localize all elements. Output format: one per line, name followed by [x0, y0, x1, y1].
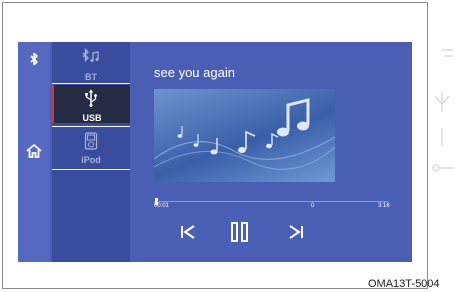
pause-button[interactable]	[228, 221, 252, 243]
ipod-icon	[84, 132, 98, 150]
source-ipod[interactable]: iPod	[52, 128, 130, 166]
bluetooth-music-icon	[82, 48, 99, 63]
progress-marker: 0	[311, 203, 315, 209]
total-time: 3:16	[378, 203, 390, 209]
source-usb[interactable]: USB	[52, 85, 130, 123]
pause-icon	[231, 222, 248, 242]
previous-track-icon	[181, 225, 195, 239]
source-list: BT USB iPod	[52, 42, 130, 262]
source-bt[interactable]: BT	[52, 44, 130, 82]
previous-button[interactable]	[176, 221, 200, 243]
source-usb-label: USB	[82, 113, 102, 123]
progress-track[interactable]	[154, 201, 388, 202]
song-title: see you again	[154, 65, 235, 80]
callout-marks	[432, 0, 455, 200]
infotainment-screen: BT USB iPod see you again 00:01 0 3:16	[18, 42, 412, 262]
bluetooth-icon[interactable]	[18, 52, 50, 71]
divider	[52, 169, 130, 170]
current-time: 00:01	[154, 203, 170, 209]
source-bt-label: BT	[85, 72, 97, 82]
divider	[52, 126, 130, 127]
left-rail	[18, 42, 50, 262]
divider	[52, 83, 130, 84]
home-icon[interactable]	[18, 143, 50, 164]
source-ipod-label: iPod	[81, 155, 101, 165]
usb-icon	[85, 89, 97, 107]
album-art	[154, 89, 335, 182]
next-button[interactable]	[284, 221, 308, 243]
music-player: see you again 00:01 0 3:16	[134, 42, 412, 262]
figure-caption: OMA13T-5004	[368, 278, 440, 290]
next-track-icon	[289, 225, 303, 239]
